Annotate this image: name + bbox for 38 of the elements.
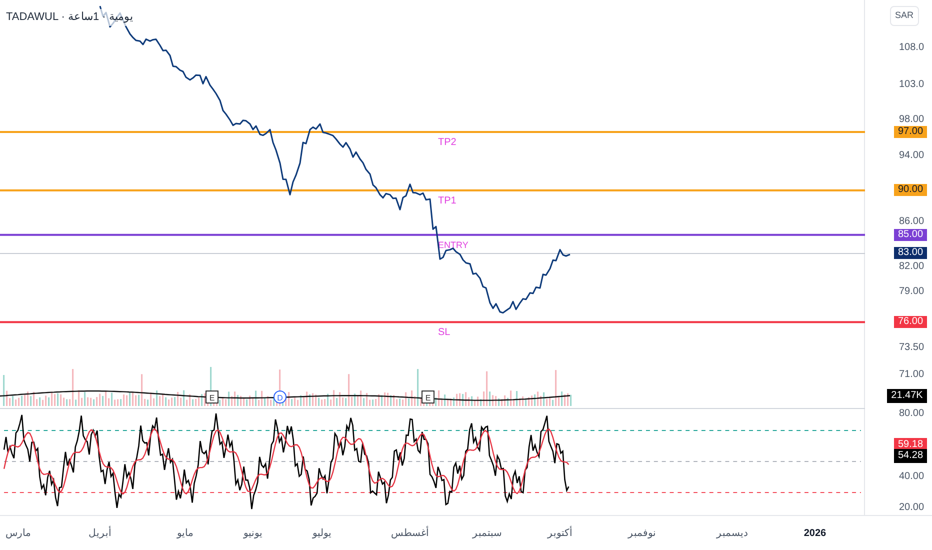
- time-label: سبتمبر: [472, 527, 502, 541]
- time-label: يوليو: [312, 527, 332, 541]
- axis-label: 71.00: [899, 370, 924, 380]
- time-label: مارس: [6, 527, 30, 541]
- symbol-title: TADAWUL · يومية · 1ساعة: [4, 9, 135, 26]
- currency-button[interactable]: SAR: [890, 6, 919, 26]
- axis-label: 103.0: [899, 80, 924, 90]
- level-label: TP2: [438, 136, 456, 148]
- axis-label: 73.50: [899, 343, 924, 354]
- time-label: يونيو: [244, 527, 262, 541]
- axis-label: 40.00: [899, 472, 924, 482]
- price-tag: 90.00: [894, 184, 927, 196]
- level-label: SL: [438, 327, 450, 338]
- price-tag: 76.00: [894, 316, 927, 328]
- axis-label: 108.0: [899, 43, 924, 54]
- axis-label: 82.00: [899, 262, 924, 272]
- last-price-tag: 83.00: [894, 247, 927, 260]
- time-label: أغسطس: [391, 526, 429, 541]
- time-label: نوفمبر: [628, 527, 656, 541]
- volume-tag: 21.47K: [887, 389, 927, 403]
- time-label: 2026: [804, 527, 826, 541]
- axis-label: 94.00: [899, 151, 924, 162]
- price-tag: 97.00: [894, 126, 927, 138]
- axis-label: 20.00: [899, 503, 924, 514]
- earnings-marker[interactable]: E: [422, 390, 434, 404]
- time-label: ديسمبر: [716, 527, 748, 541]
- axis-label: 98.00: [899, 114, 924, 125]
- level-label: TP1: [438, 195, 456, 206]
- time-label: أبريل: [88, 526, 112, 541]
- time-label: مايو: [177, 527, 193, 541]
- axis-label: 79.00: [899, 286, 924, 297]
- price-tag: 85.00: [894, 228, 927, 241]
- axis-label: 86.00: [899, 216, 924, 227]
- rsi-tag: 54.28: [894, 449, 927, 464]
- time-label: أكتوبر: [548, 526, 572, 541]
- axis-label: 80.00: [899, 409, 924, 419]
- dividend-marker[interactable]: D: [274, 390, 286, 404]
- earnings-marker[interactable]: E: [206, 390, 218, 404]
